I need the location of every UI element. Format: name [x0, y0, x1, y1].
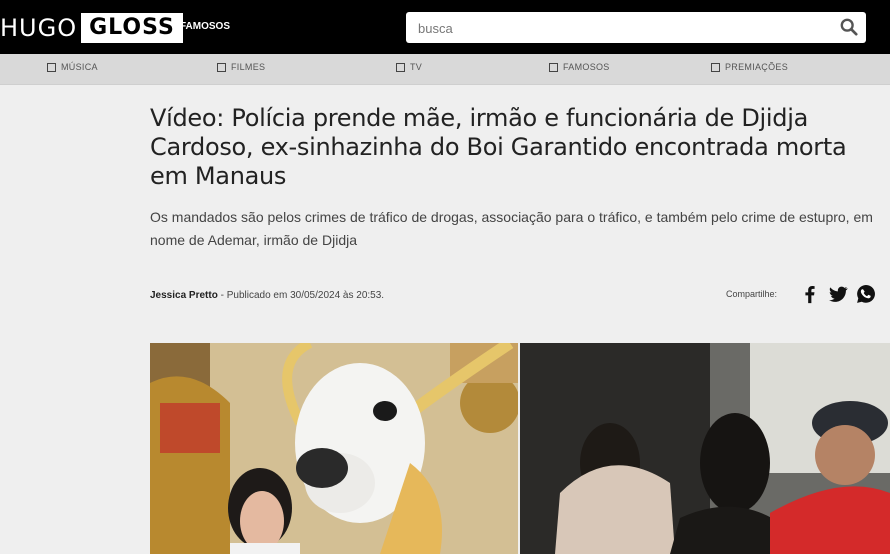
article-byline: Jessica Pretto - Publicado em 30/05/2024…: [150, 290, 384, 301]
publish-date: - Publicado em 30/05/2024 às 20:53.: [220, 290, 385, 301]
category-bar: MÚSICA FILMES TV FAMOSOS PREMIAÇÕES: [0, 54, 890, 85]
category-musica[interactable]: MÚSICA: [47, 62, 98, 72]
article-title: Vídeo: Polícia prende mãe, irmão e funci…: [150, 104, 847, 190]
twitter-icon[interactable]: [827, 283, 849, 305]
article-subtitle: Os mandados são pelos crimes de tráfico …: [150, 209, 873, 248]
checkbox-icon: [217, 62, 226, 72]
top-header: HUGO GLOSS FAMOSOS: [0, 0, 890, 54]
category-label: MÚSICA: [61, 62, 98, 72]
boi-garantido-photo: [150, 343, 518, 554]
logo-gloss-text: GLOSS: [81, 13, 183, 43]
nav-famosos-link[interactable]: FAMOSOS: [180, 21, 230, 32]
article-photo-right: [520, 343, 890, 554]
logo-hugo-text: HUGO: [0, 14, 78, 42]
category-premiacoes[interactable]: PREMIAÇÕES: [711, 62, 788, 72]
search-box: [406, 12, 866, 45]
category-label: FILMES: [231, 62, 266, 72]
checkbox-icon: [549, 62, 558, 72]
site-logo[interactable]: HUGO GLOSS: [0, 13, 183, 43]
share-label: Compartilhe:: [726, 289, 778, 299]
share-bar: Compartilhe:: [726, 283, 877, 305]
category-label: FAMOSOS: [563, 62, 610, 72]
author-name[interactable]: Jessica Pretto: [150, 290, 218, 301]
category-filmes[interactable]: FILMES: [217, 62, 265, 72]
checkbox-icon: [396, 62, 405, 72]
facebook-icon[interactable]: [799, 283, 821, 305]
category-tv[interactable]: TV: [396, 62, 422, 72]
category-famosos[interactable]: FAMOSOS: [549, 62, 610, 72]
category-label: PREMIAÇÕES: [725, 62, 789, 72]
category-label: TV: [410, 62, 423, 72]
checkbox-icon: [711, 62, 720, 72]
search-icon[interactable]: [840, 18, 858, 36]
whatsapp-icon[interactable]: [855, 283, 877, 305]
checkbox-icon: [47, 62, 56, 72]
article-photo-left: [150, 343, 518, 554]
arrest-photo: [520, 343, 890, 554]
search-input[interactable]: [416, 12, 820, 45]
